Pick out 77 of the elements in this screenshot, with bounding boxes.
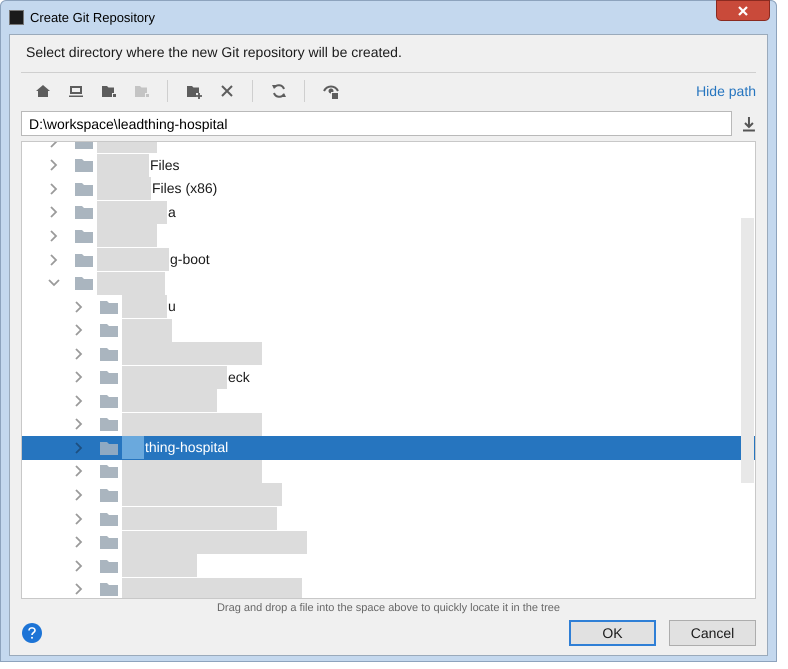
chevron-right-icon[interactable] — [73, 394, 85, 407]
folder-name: thing-hospital — [145, 438, 228, 458]
folder-icon — [100, 323, 118, 338]
dialog-button[interactable]: OK — [569, 620, 656, 646]
chevron-right-icon[interactable] — [73, 512, 85, 525]
folder-icon — [100, 512, 118, 526]
tree-row[interactable]: eck — [22, 365, 755, 390]
chevron-right-icon[interactable] — [73, 300, 85, 313]
close-icon — [737, 6, 749, 16]
close-button[interactable] — [716, 0, 770, 21]
chevron-right-icon[interactable] — [48, 230, 60, 242]
chevron-right-icon[interactable] — [73, 418, 85, 430]
prompt-text: Select directory where the new Git repository will be created. — [26, 43, 403, 62]
folder-icon — [100, 83, 116, 99]
tree-row[interactable]: thing-hospital — [22, 436, 755, 460]
tree-row[interactable]: a — [22, 200, 755, 224]
download-icon[interactable] — [742, 116, 756, 132]
folder-icon — [75, 205, 93, 220]
tree-row[interactable]: u — [22, 294, 755, 318]
chevron-right-icon[interactable] — [73, 371, 85, 384]
refresh-icon — [270, 83, 286, 99]
chevron-right-icon[interactable] — [73, 442, 85, 454]
folder-plus-icon — [186, 83, 202, 99]
chevron-right-icon[interactable] — [73, 465, 85, 478]
hide-path-link[interactable]: Hide path — [696, 80, 756, 102]
home-icon — [34, 83, 50, 99]
folder-icon — [100, 464, 118, 478]
folder-icon — [75, 182, 93, 196]
path-field[interactable]: D:\workspace\leadthing-hospital — [21, 111, 732, 136]
blurred-area — [97, 200, 167, 224]
folder-icon — [134, 83, 150, 99]
tree-row[interactable]: g-boot — [22, 248, 755, 272]
folder-icon — [100, 582, 118, 596]
question-icon — [28, 627, 36, 639]
chevron-right-icon[interactable] — [48, 182, 60, 195]
folder-icon — [100, 346, 118, 361]
blurred-area — [97, 248, 169, 271]
chevron-right-icon[interactable] — [73, 324, 85, 336]
chevron-right-icon[interactable] — [73, 560, 85, 572]
chevron-right-icon[interactable] — [73, 348, 85, 360]
chevron-right-icon[interactable] — [73, 536, 85, 548]
folder-icon — [100, 558, 118, 573]
help-button[interactable] — [22, 623, 42, 643]
folder-name: Files — [150, 156, 180, 175]
folder-icon — [100, 440, 118, 455]
folder-icon — [100, 300, 118, 314]
chevron-right-icon[interactable] — [48, 159, 60, 172]
hint-text: Drag and drop a file into the space above to quickly locate it in the tree — [216, 601, 562, 616]
close-icon — [218, 83, 234, 99]
window-title: Create Git Repository — [30, 8, 155, 27]
scrollbar[interactable] — [741, 218, 754, 483]
tree-row[interactable]: Files (x86) — [22, 177, 755, 201]
eye-document-icon — [322, 83, 338, 99]
chevron-right-icon[interactable] — [73, 583, 85, 596]
folder-icon — [75, 276, 93, 290]
dialog-button[interactable]: Cancel — [669, 620, 756, 646]
chevron-right-icon[interactable] — [73, 488, 85, 501]
folder-icon — [100, 535, 118, 550]
folder-name: u — [168, 297, 176, 316]
folder-icon — [100, 417, 118, 432]
folder-name: a — [168, 202, 176, 222]
blurred-area — [97, 177, 151, 200]
folder-icon — [100, 488, 118, 502]
chevron-right-icon[interactable] — [48, 206, 60, 218]
folder-name: Files (x86) — [152, 179, 218, 198]
folder-icon — [75, 228, 93, 243]
blurred-area — [97, 224, 157, 248]
app-icon — [9, 10, 24, 25]
chevron-right-icon[interactable] — [48, 254, 60, 266]
tree-row[interactable]: Files — [22, 154, 755, 178]
folder-icon — [100, 394, 118, 408]
monitor-icon — [68, 83, 84, 99]
folder-icon — [75, 158, 93, 172]
folder-icon — [100, 370, 118, 384]
folder-name: g-boot — [170, 250, 210, 269]
folder-icon — [75, 252, 93, 266]
folder-name: eck — [228, 368, 250, 387]
